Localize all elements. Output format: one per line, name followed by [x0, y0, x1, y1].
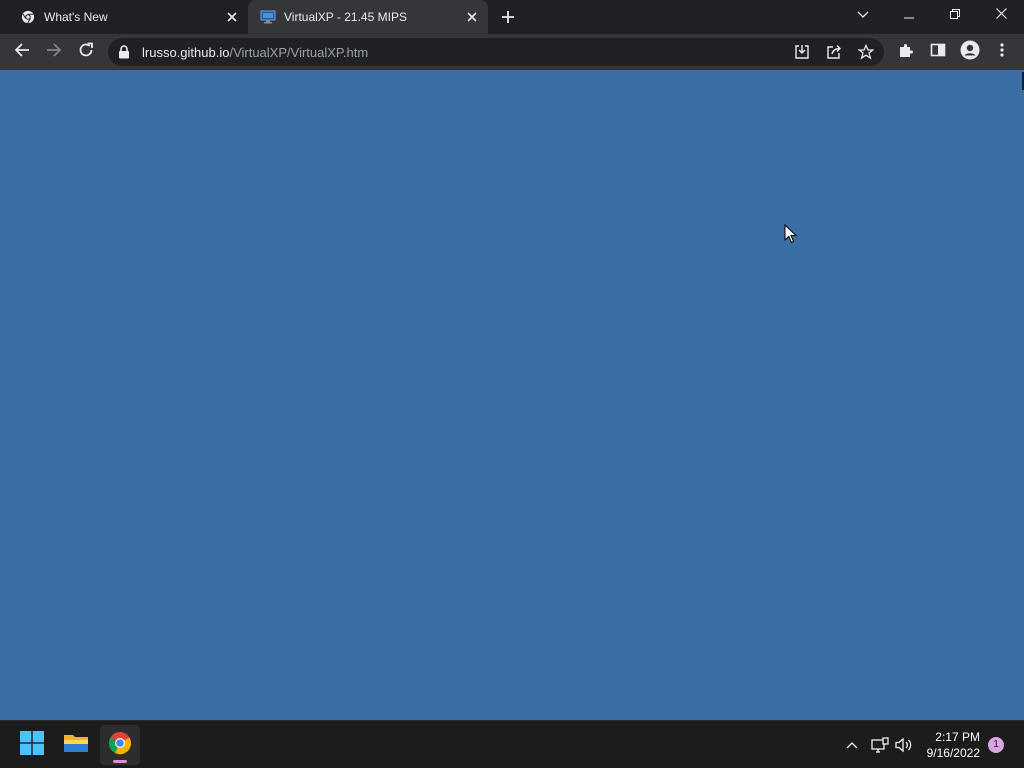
clock-date: 9/16/2022: [926, 746, 980, 760]
chrome-icon: [108, 731, 132, 760]
network-icon[interactable]: [870, 735, 890, 755]
share-icon[interactable]: [824, 42, 844, 62]
close-window-button[interactable]: [978, 0, 1024, 30]
url-path: /VirtualXP/VirtualXP.htm: [229, 45, 369, 60]
chevron-up-icon: [846, 736, 858, 754]
menu-button[interactable]: [990, 40, 1014, 64]
tab-virtualxp[interactable]: VirtualXP - 21.45 MIPS: [248, 0, 488, 34]
tab-whats-new[interactable]: What's New: [8, 0, 248, 34]
minimize-button[interactable]: [886, 0, 932, 30]
arrow-left-icon: [14, 42, 30, 63]
system-clock[interactable]: 2:17 PM 9/16/2022: [916, 729, 980, 761]
browser-toolbar: lrusso.github.io/VirtualXP/VirtualXP.htm: [0, 34, 1024, 70]
chrome-icon: [20, 9, 36, 25]
side-panel-button[interactable]: [926, 40, 950, 64]
tab-title: VirtualXP - 21.45 MIPS: [284, 10, 407, 24]
close-tab-icon[interactable]: [224, 9, 240, 25]
close-icon: [995, 6, 1007, 24]
volume-icon[interactable]: [894, 735, 914, 755]
url-host: lrusso.github.io: [142, 45, 230, 60]
start-button[interactable]: [12, 725, 52, 765]
bookmark-star-icon[interactable]: [856, 42, 876, 62]
mouse-cursor-icon: [784, 223, 798, 249]
minimize-icon: [904, 6, 914, 24]
install-app-icon[interactable]: [792, 42, 812, 62]
browser-title-bar: What's New VirtualXP - 21.45 MIPS: [0, 0, 1024, 34]
windows-start-icon: [20, 730, 44, 760]
extensions-button[interactable]: [894, 40, 918, 64]
monitor-icon: [260, 9, 276, 25]
reload-icon: [78, 42, 94, 63]
notification-badge[interactable]: 1: [988, 737, 1004, 753]
restore-icon: [950, 6, 960, 24]
file-explorer-button[interactable]: [56, 725, 96, 765]
taskbar: 2:17 PM 9/16/2022 1: [0, 720, 1024, 768]
close-tab-icon[interactable]: [464, 9, 480, 25]
file-explorer-icon: [63, 732, 89, 759]
clock-time: 2:17 PM: [935, 730, 980, 744]
tab-title: What's New: [44, 10, 108, 24]
new-tab-button[interactable]: [500, 9, 516, 25]
page-viewport[interactable]: [0, 70, 1024, 720]
back-button[interactable]: [10, 40, 34, 64]
profile-icon: [960, 40, 980, 65]
side-panel-icon: [930, 42, 946, 63]
reload-button[interactable]: [74, 40, 98, 64]
show-hidden-icons-button[interactable]: [842, 735, 862, 755]
lock-icon[interactable]: [118, 45, 132, 59]
puzzle-icon: [898, 42, 914, 63]
address-bar[interactable]: lrusso.github.io/VirtualXP/VirtualXP.htm: [108, 38, 884, 66]
profile-button[interactable]: [958, 40, 982, 64]
kebab-menu-icon: [1000, 42, 1004, 63]
chevron-down-icon: [857, 6, 869, 24]
url-text: lrusso.github.io/VirtualXP/VirtualXP.htm: [142, 45, 368, 60]
restore-button[interactable]: [932, 0, 978, 30]
tab-search-button[interactable]: [840, 0, 886, 30]
forward-button[interactable]: [42, 40, 66, 64]
running-indicator: [113, 760, 127, 763]
arrow-right-icon: [46, 42, 62, 63]
chrome-taskbar-button[interactable]: [100, 725, 140, 765]
